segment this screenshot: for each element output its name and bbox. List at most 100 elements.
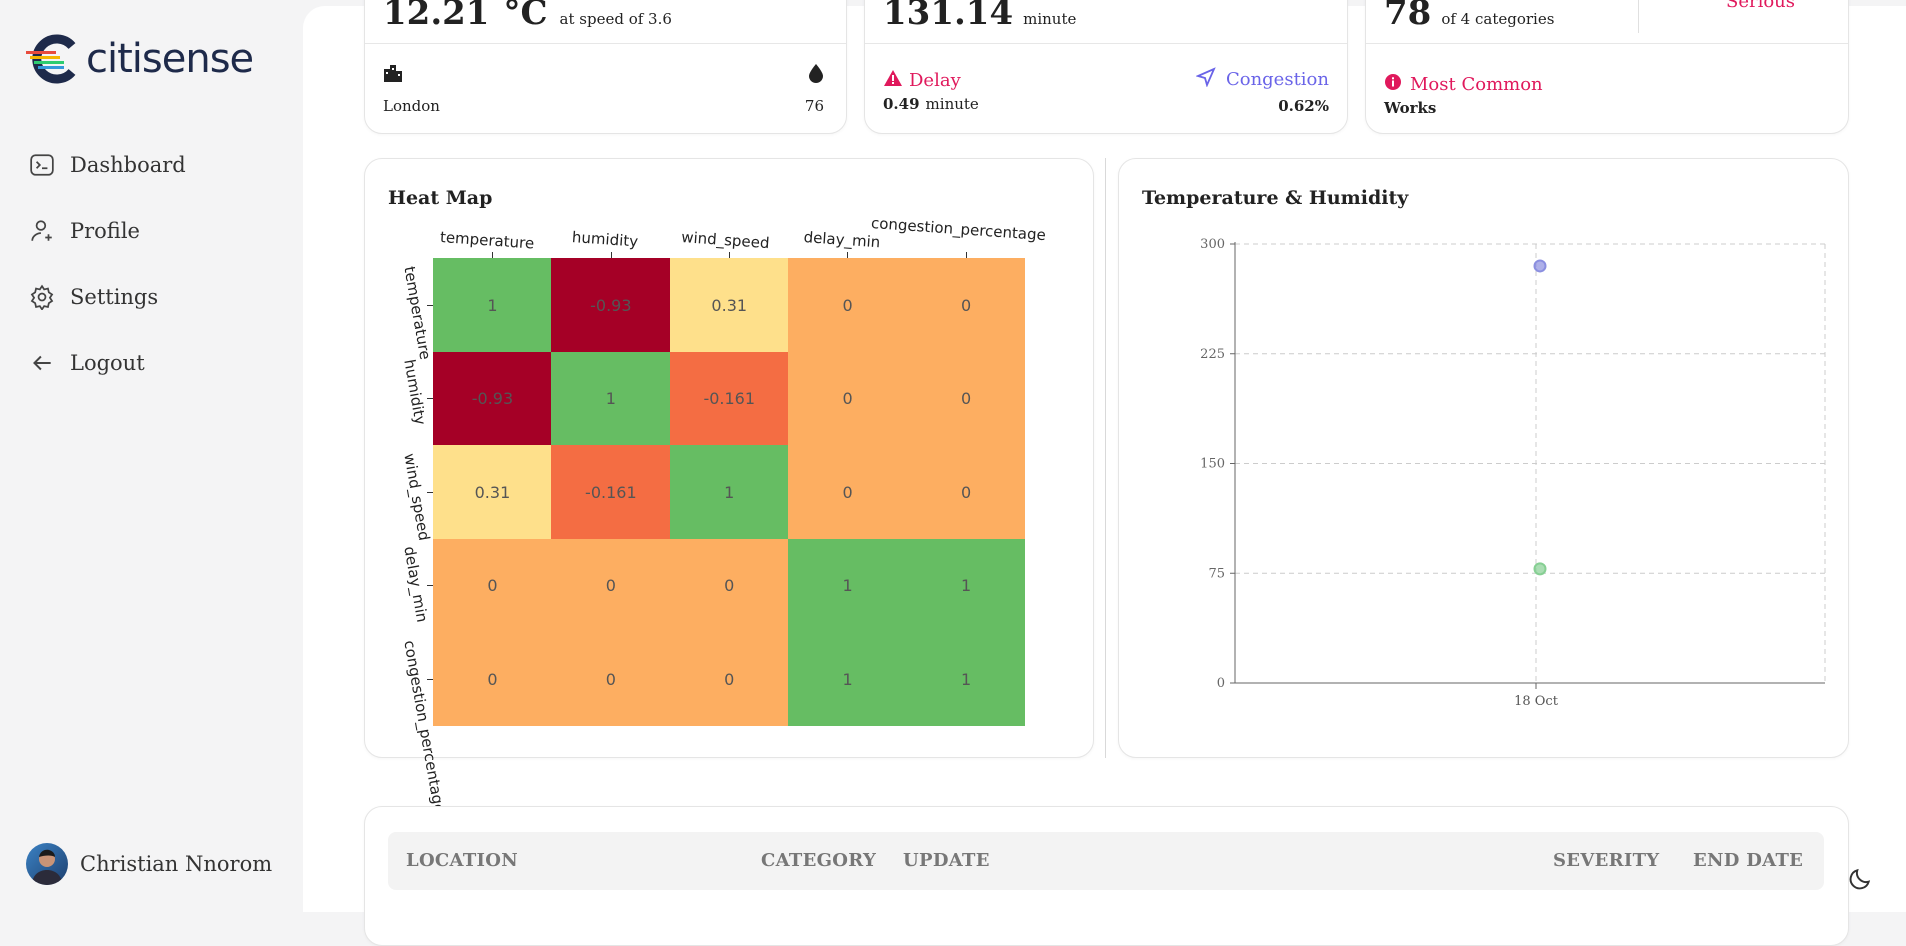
y-tick-label: 0 <box>1217 676 1225 691</box>
heatmap-cell: 0 <box>551 632 671 726</box>
events-count: 78 <box>1384 0 1432 33</box>
nav-logout[interactable]: Logout <box>28 349 145 377</box>
heatmap-cell: 1 <box>433 258 552 352</box>
y-tick-label: 150 <box>1200 457 1225 472</box>
heatmap-cell: 0 <box>906 258 1026 352</box>
delay-label: Delay <box>909 69 961 91</box>
terminal-icon <box>28 151 56 179</box>
heatmap-cell: 1 <box>906 538 1026 633</box>
events-card: 78 of 4 categories Serious Most Common W… <box>1365 0 1849 134</box>
scatter-chart: 0 75 150 225 300 18 Oct <box>1200 237 1826 709</box>
temperature-value: 12.21 <box>383 0 490 33</box>
sidebar: citisense Dashboard Profile Settings Log… <box>0 0 303 912</box>
y-tick-label: 225 <box>1200 347 1225 362</box>
vertical-divider <box>1638 0 1639 33</box>
data-point[interactable] <box>1533 562 1547 576</box>
nav-label: Logout <box>70 351 145 375</box>
column-header[interactable]: SEVERITY <box>1553 850 1659 871</box>
arrow-left-icon <box>28 349 56 377</box>
travel-time-value: 131.14 <box>883 0 1014 33</box>
heatmap-cell: -0.93 <box>433 351 552 446</box>
user-icon <box>28 217 56 245</box>
heatmap-tick <box>492 252 494 258</box>
severity-value: Serious <box>1726 0 1796 12</box>
heatmap-title: Heat Map <box>388 187 493 209</box>
y-tick-label: 75 <box>1208 566 1225 581</box>
heatmap-cell: 0 <box>906 445 1026 539</box>
user-name: Christian Nnorom <box>80 852 273 876</box>
data-point[interactable] <box>1533 259 1547 273</box>
column-header[interactable]: UPDATE <box>903 850 990 871</box>
traffic-card: 131.14 minute Delay 0.49 minute Congesti… <box>864 0 1348 134</box>
heatmap-cell: -0.93 <box>551 258 671 352</box>
temperature-unit: °C <box>503 0 548 33</box>
logo-icon <box>26 34 76 84</box>
user-profile[interactable]: Christian Nnorom <box>26 843 272 885</box>
heatmap-cell: 1 <box>788 632 908 726</box>
panel-divider <box>1105 158 1106 758</box>
nav-settings[interactable]: Settings <box>28 283 158 311</box>
heatmap-cell: 0 <box>433 632 552 726</box>
heatmap-tick <box>427 304 433 306</box>
heatmap-tick <box>610 252 612 258</box>
column-header[interactable]: LOCATION <box>406 850 518 871</box>
heatmap-tick <box>427 585 433 587</box>
column-header[interactable]: END DATE <box>1693 850 1803 871</box>
humidity-value: 76 <box>804 97 824 115</box>
most-common-value: Works <box>1384 99 1437 117</box>
heatmap-tick <box>427 678 433 680</box>
heatmap-cell: 0 <box>433 538 552 633</box>
navigation-icon <box>1195 67 1216 91</box>
location-label: London <box>383 97 440 115</box>
heatmap-cell: 0 <box>669 632 789 726</box>
brand-name: citisense <box>86 36 254 82</box>
congestion-value: 0.62% <box>1278 97 1329 115</box>
column-header[interactable]: CATEGORY <box>761 850 876 871</box>
nav-dashboard[interactable]: Dashboard <box>28 151 186 179</box>
congestion-label: Congestion <box>1225 68 1329 90</box>
divider <box>865 43 1347 44</box>
city-icon <box>383 63 403 87</box>
warning-icon <box>883 69 903 91</box>
y-tick-label: 300 <box>1200 237 1225 252</box>
heatmap-cell: 0.31 <box>669 258 789 352</box>
heatmap-cell: 0 <box>551 538 671 633</box>
heatmap-cell: 0.31 <box>433 445 552 539</box>
moon-icon[interactable] <box>1847 866 1873 896</box>
x-tick-label: 18 Oct <box>1514 694 1559 709</box>
travel-time-unit: minute <box>1023 10 1077 28</box>
heatmap-cell: 1 <box>551 351 671 446</box>
avatar <box>26 843 68 885</box>
heatmap-cell: 1 <box>669 445 789 539</box>
delay-unit: minute <box>925 95 979 113</box>
heatmap-tick <box>427 491 433 493</box>
wind-speed-note: at speed of 3.6 <box>559 10 672 28</box>
heatmap-cell: 0 <box>906 351 1026 446</box>
weather-card: 12.21 °C at speed of 3.6 London 76 <box>364 0 847 134</box>
brand-logo[interactable]: citisense <box>26 34 254 84</box>
heatmap-tick <box>729 252 730 258</box>
heatmap-cell: 0 <box>788 258 908 352</box>
heatmap-tick <box>427 398 433 400</box>
heatmap-cell: -0.161 <box>551 445 671 539</box>
heatmap-cell: 1 <box>788 538 908 633</box>
divider <box>365 43 846 44</box>
divider <box>1366 43 1848 44</box>
heatmap-cell: 0 <box>669 538 789 633</box>
heatmap-cell: -0.161 <box>669 351 789 446</box>
nav-label: Dashboard <box>70 153 186 177</box>
nav-label: Profile <box>70 219 140 243</box>
gear-icon <box>28 283 56 311</box>
heatmap-cell: 1 <box>906 632 1026 726</box>
heatmap-tick <box>847 252 849 258</box>
delay-value: 0.49 <box>883 95 920 113</box>
most-common-label: Most Common <box>1410 73 1543 95</box>
table-header: LOCATION CATEGORY UPDATE SEVERITY END DA… <box>388 832 1824 890</box>
heatmap-tick <box>965 252 967 258</box>
chart-card: Temperature & Humidity 0 75 150 225 300 18 Oc… <box>1118 158 1849 758</box>
info-icon <box>1384 73 1402 95</box>
nav-profile[interactable]: Profile <box>28 217 140 245</box>
nav-label: Settings <box>70 285 159 309</box>
heatmap-cell: 0 <box>788 445 908 539</box>
droplet-icon <box>808 63 824 87</box>
